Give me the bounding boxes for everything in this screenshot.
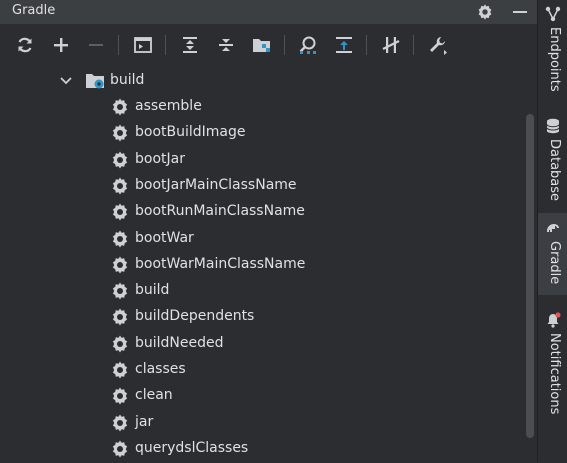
task-label: build: [135, 282, 170, 299]
tree-task-item[interactable]: bootWar: [0, 226, 524, 252]
add-icon[interactable]: [49, 33, 73, 57]
gear-icon: [110, 334, 130, 354]
gear-icon: [110, 150, 130, 170]
gradle-toolbar: [0, 24, 537, 66]
tree-task-item[interactable]: jar: [0, 410, 524, 436]
settings-wrench-icon[interactable]: [426, 33, 450, 57]
sidebar-tab-notifications[interactable]: Notifications: [538, 306, 567, 426]
folder-label: build: [110, 72, 145, 88]
bell-icon: [547, 312, 561, 328]
tree-task-item[interactable]: bootJarMainClassName: [0, 173, 524, 199]
minimize-icon[interactable]: [508, 0, 532, 24]
right-tool-strip: Endpoints Database Gradle Notifications: [537, 0, 567, 462]
tree-task-item[interactable]: build: [0, 278, 524, 304]
analyze-dependencies-icon[interactable]: [296, 33, 320, 57]
task-label: assemble: [135, 98, 202, 114]
task-label: bootJar: [135, 150, 185, 167]
gear-icon: [110, 307, 130, 327]
task-label: jar: [135, 413, 154, 430]
folder-gear-icon: [86, 74, 104, 89]
gear-icon: [110, 413, 130, 433]
tree-task-item[interactable]: bootWarMainClassName: [0, 252, 524, 278]
tree-task-item[interactable]: buildDependents: [0, 304, 524, 330]
tool-window-title: Gradle: [12, 3, 56, 18]
task-label: bootBuildImage: [135, 124, 246, 141]
tree-task-item[interactable]: bootBuildImage: [0, 120, 524, 146]
gradle-elephant-icon: [547, 224, 559, 232]
group-modules-icon[interactable]: [250, 33, 274, 57]
tree-task-item[interactable]: buildNeeded: [0, 331, 524, 357]
toolbar-separator: [165, 35, 166, 55]
vertical-scrollbar[interactable]: [524, 66, 537, 462]
tree-task-item[interactable]: clean: [0, 383, 524, 409]
task-label: buildDependents: [135, 308, 255, 325]
sidebar-tab-gradle[interactable]: Gradle: [538, 213, 567, 295]
task-label: querydslClasses: [135, 439, 249, 456]
sidebar-tab-label: Endpoints: [547, 27, 562, 92]
tree-task-item[interactable]: assemble: [0, 94, 524, 120]
gear-icon: [110, 229, 130, 249]
sidebar-tab-label: Notifications: [547, 333, 562, 415]
gear-icon: [110, 176, 130, 196]
tree-task-item[interactable]: classes: [0, 357, 524, 383]
chevron-down-icon[interactable]: [58, 73, 74, 89]
toolbar-separator: [284, 35, 285, 55]
gear-icon: [110, 123, 130, 143]
task-label: bootWarMainClassName: [135, 255, 306, 272]
gradle-task-tree: build assemble bootBuildImage bootJar bootJ…: [0, 66, 524, 462]
expand-all-icon[interactable]: [178, 33, 202, 57]
gear-icon: [110, 386, 130, 406]
toggle-offline-icon[interactable]: [379, 33, 403, 57]
gear-icon: [110, 360, 130, 380]
toolbar-separator: [118, 35, 119, 55]
task-label: bootWar: [135, 229, 194, 246]
database-icon: [546, 118, 560, 134]
reload-icon[interactable]: [13, 33, 37, 57]
tree-task-item[interactable]: querydslClasses: [0, 436, 524, 462]
sidebar-tab-database[interactable]: Database: [538, 112, 567, 208]
tree-task-item[interactable]: bootJar: [0, 147, 524, 173]
task-label: classes: [135, 361, 186, 377]
task-label: clean: [135, 387, 173, 404]
execute-task-icon[interactable]: [131, 33, 155, 57]
sidebar-tab-label: Gradle: [547, 241, 562, 285]
tool-window-header: Gradle: [0, 0, 537, 24]
task-label: buildNeeded: [135, 334, 224, 351]
task-label: bootRunMainClassName: [135, 203, 305, 220]
gear-icon: [110, 439, 130, 459]
remove-icon[interactable]: [84, 33, 108, 57]
toolbar-separator: [413, 35, 414, 55]
gradle-tool-window: Gradle build assemble bootBuildImage boo…: [0, 0, 537, 462]
sidebar-tab-endpoints[interactable]: Endpoints: [538, 0, 567, 96]
task-label: bootJarMainClassName: [135, 176, 297, 193]
toolbar-separator: [366, 35, 367, 55]
tree-task-item[interactable]: bootRunMainClassName: [0, 199, 524, 225]
collapse-all-icon[interactable]: [214, 33, 238, 57]
gear-icon[interactable]: [473, 0, 497, 24]
gear-icon: [110, 255, 130, 275]
gear-icon: [110, 202, 130, 222]
show-dependencies-icon[interactable]: [332, 33, 356, 57]
endpoints-icon: [545, 6, 561, 22]
gear-icon: [110, 281, 130, 301]
scrollbar-thumb[interactable]: [526, 114, 534, 438]
gear-icon: [110, 97, 130, 117]
sidebar-tab-label: Database: [547, 139, 562, 202]
tree-folder-build[interactable]: build: [0, 68, 524, 94]
